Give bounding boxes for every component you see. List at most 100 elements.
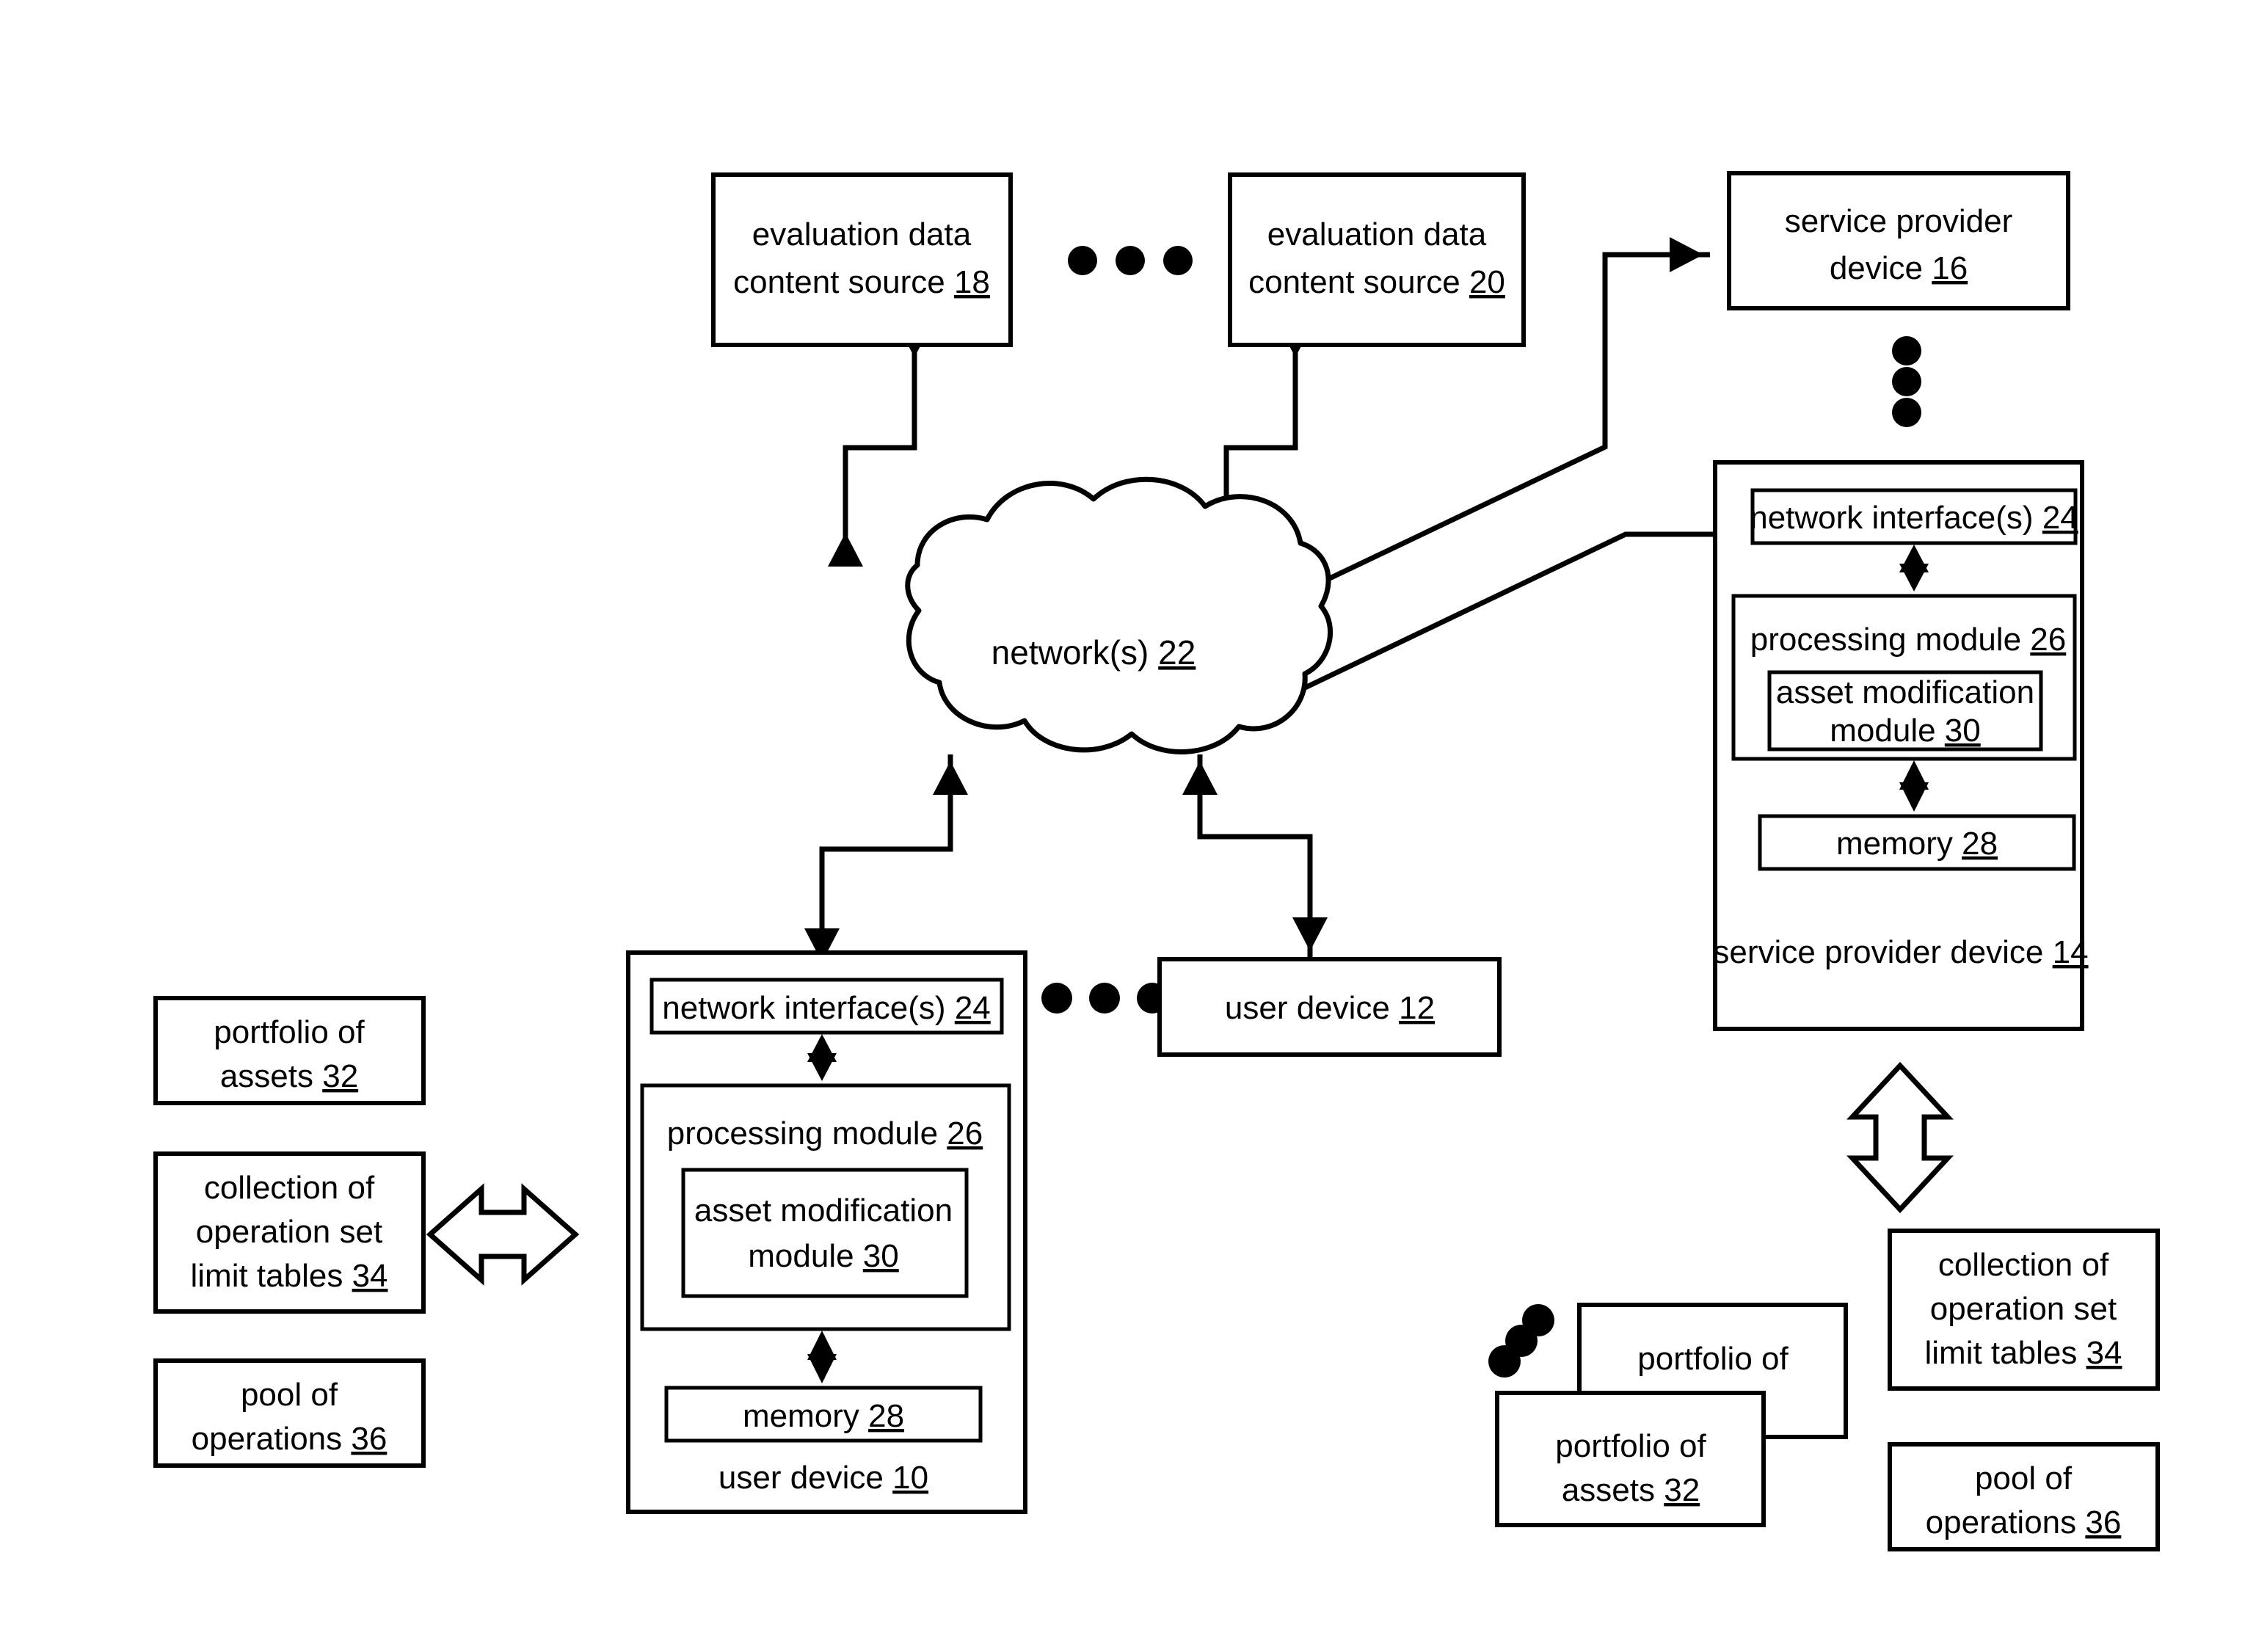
connector-cloud-to-eval-source-18 xyxy=(828,324,932,567)
hollow-double-arrow-vertical xyxy=(1846,1061,1954,1214)
sp16-ref: 16 xyxy=(1932,250,1968,286)
left-stack-collection-of-operation-set-limit-tables-34: collection of operation set limit tables… xyxy=(153,1151,426,1314)
svg-text:device 16: device 16 xyxy=(1830,250,1968,286)
sp14-container-ref: 14 xyxy=(2053,934,2089,970)
right-poo-ref: 36 xyxy=(2085,1504,2121,1540)
svg-text:memory 28: memory 28 xyxy=(1836,826,1998,862)
svg-text:network interface(s) 24: network interface(s) 24 xyxy=(662,990,991,1026)
ud10-nic-ref: 24 xyxy=(955,990,991,1026)
front-card-line1: portfolio of xyxy=(1555,1428,1706,1464)
ellipsis-below-service-provider-16 xyxy=(1892,336,1921,427)
svg-text:processing module 26: processing module 26 xyxy=(1750,622,2067,658)
right-cost-line3: limit tables xyxy=(1924,1335,2077,1371)
svg-text:assets 32: assets 32 xyxy=(1562,1472,1700,1508)
user-device-10: network interface(s) 24 processing modul… xyxy=(626,950,1027,1514)
connector-cloud-to-user-device-10-nic xyxy=(804,754,968,969)
right-stack-pool-of-operations-36: pool of operations 36 xyxy=(1888,1442,2160,1551)
ud10-nic-label: network interface(s) xyxy=(662,990,945,1026)
ud10-amm-line2: module xyxy=(748,1238,854,1274)
sp16-line2: device xyxy=(1830,250,1923,286)
svg-text:service provider device 14: service provider device 14 xyxy=(1713,934,2088,970)
cloud-ref: 22 xyxy=(1158,633,1196,672)
svg-text:limit tables 34: limit tables 34 xyxy=(1924,1335,2122,1371)
ud10-pm-ref: 26 xyxy=(947,1116,983,1151)
sp14-asset-modification-module-30: asset modification module 30 xyxy=(1767,670,2043,752)
svg-text:module 30: module 30 xyxy=(748,1238,899,1274)
ellipsis-beside-portfolio-stack xyxy=(1488,1304,1554,1378)
right-stack-collection-of-operation-set-limit-tables-34: collection of operation set limit tables… xyxy=(1888,1229,2160,1391)
user-device-12: user device 12 xyxy=(1157,957,1502,1057)
left-poa-line1: portfolio of xyxy=(214,1014,365,1050)
ud10-network-interface-24: network interface(s) 24 xyxy=(650,978,1004,1035)
eval-20-line1: evaluation data xyxy=(1267,216,1487,252)
eval-18-ref: 18 xyxy=(954,264,990,300)
svg-text:user device 12: user device 12 xyxy=(1225,990,1435,1026)
ud10-pm-label: processing module xyxy=(667,1116,938,1151)
connector-cloud-to-service-provider-14-nic xyxy=(1270,517,1754,716)
sp14-mem-label: memory xyxy=(1836,826,1953,862)
left-cost-line1: collection of xyxy=(204,1170,375,1206)
left-poo-line1: pool of xyxy=(241,1377,338,1413)
ud10-amm-ref: 30 xyxy=(863,1238,899,1274)
ud10-container-ref: 10 xyxy=(892,1460,928,1496)
sp14-pm-label: processing module xyxy=(1750,622,2021,658)
diagram-svg: network(s) 22 evaluation data content so… xyxy=(153,171,2160,1551)
front-card-line2: assets xyxy=(1562,1472,1655,1508)
hollow-double-arrow-horizontal xyxy=(426,1183,580,1286)
ud10-memory-28: memory 28 xyxy=(664,1386,983,1443)
eval-20-ref: 20 xyxy=(1469,264,1505,300)
right-cost-line1: collection of xyxy=(1938,1247,2109,1283)
ud10-amm-line1: asset modification xyxy=(694,1193,953,1229)
ud10-container-label: user device xyxy=(718,1460,884,1496)
left-poa-ref: 32 xyxy=(322,1058,358,1094)
svg-text:operations 36: operations 36 xyxy=(192,1421,387,1457)
sp14-mem-ref: 28 xyxy=(1962,826,1998,862)
left-stack-pool-of-operations-36: pool of operations 36 xyxy=(153,1358,426,1468)
sp14-container-label: service provider device xyxy=(1713,934,2043,970)
ud12-label: user device xyxy=(1225,990,1390,1026)
eval-data-content-source-20: evaluation data content source 20 xyxy=(1228,172,1526,347)
sp14-processing-module-26: processing module 26 asset modification … xyxy=(1731,594,2077,761)
sp16-line1: service provider xyxy=(1785,203,2013,239)
svg-text:content source 20: content source 20 xyxy=(1248,264,1505,300)
right-poo-line2: operations xyxy=(1926,1504,2076,1540)
ellipsis-between-eval-sources xyxy=(1068,246,1193,275)
sp14-amm-line1: asset modification xyxy=(1776,674,2034,710)
sp14-amm-ref: 30 xyxy=(1945,713,1981,749)
sp14-nic-label: network interface(s) xyxy=(1750,500,2033,536)
svg-text:memory 28: memory 28 xyxy=(743,1398,904,1434)
ud10-mem-label: memory xyxy=(743,1398,859,1434)
front-card-ref: 32 xyxy=(1664,1472,1700,1508)
left-poo-ref: 36 xyxy=(351,1421,387,1457)
svg-text:module 30: module 30 xyxy=(1830,713,1981,749)
sp14-amm-line2: module xyxy=(1830,713,1935,749)
connector-cloud-to-user-device-12 xyxy=(1182,754,1328,958)
ellipsis-between-user-devices xyxy=(1041,983,1168,1014)
cloud-label: network(s) xyxy=(991,633,1149,672)
eval-18-line1: evaluation data xyxy=(752,216,972,252)
left-poa-line2: assets xyxy=(220,1058,313,1094)
svg-text:content source 18: content source 18 xyxy=(733,264,990,300)
sp14-pm-ref: 26 xyxy=(2030,622,2066,658)
ud12-ref: 12 xyxy=(1399,990,1435,1026)
svg-text:assets 32: assets 32 xyxy=(220,1058,358,1094)
svg-text:limit tables 34: limit tables 34 xyxy=(190,1258,387,1294)
ud10-mem-ref: 28 xyxy=(868,1398,904,1434)
portfolio-stack-front-card: portfolio of assets 32 xyxy=(1495,1391,1766,1527)
eval-18-line2: content source xyxy=(733,264,945,300)
service-provider-device-16: service provider device 16 xyxy=(1727,171,2070,310)
sp14-memory-28: memory 28 xyxy=(1758,814,2076,871)
ud10-processing-module-26: processing module 26 asset modification … xyxy=(640,1083,1011,1331)
figure-canvas: network(s) 22 evaluation data content so… xyxy=(0,0,2245,1652)
svg-text:processing module 26: processing module 26 xyxy=(667,1116,983,1151)
right-poo-line1: pool of xyxy=(1975,1460,2073,1496)
left-cost-line2: operation set xyxy=(196,1214,382,1250)
sp14-network-interface-24: network interface(s) 24 xyxy=(1750,488,2078,545)
ud10-asset-modification-module-30: asset modification module 30 xyxy=(681,1168,969,1298)
eval-data-content-source-18: evaluation data content source 18 xyxy=(711,172,1013,347)
left-cost-line3: limit tables xyxy=(190,1258,343,1294)
back-card-line1: portfolio of xyxy=(1637,1341,1789,1377)
network-cloud-22: network(s) 22 xyxy=(905,476,1333,754)
sp14-nic-ref: 24 xyxy=(2042,500,2078,536)
svg-text:operations 36: operations 36 xyxy=(1926,1504,2122,1540)
